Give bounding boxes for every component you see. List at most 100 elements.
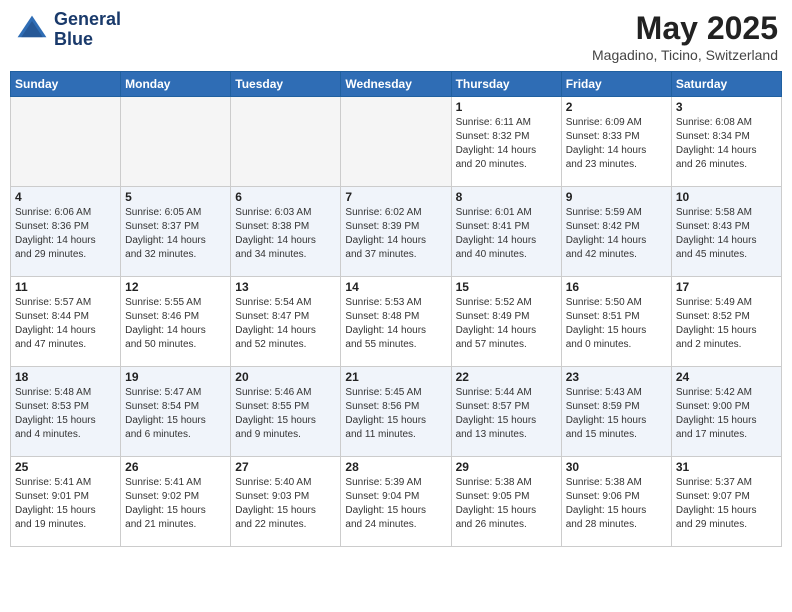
weekday-header-saturday: Saturday	[671, 72, 781, 97]
day-info: Sunrise: 6:08 AM Sunset: 8:34 PM Dayligh…	[676, 116, 777, 172]
week-row-2: 4 Sunrise: 6:06 AM Sunset: 8:36 PM Daylig…	[11, 187, 782, 277]
day-info: Sunrise: 5:47 AM Sunset: 8:54 PM Dayligh…	[125, 386, 226, 442]
week-row-4: 18 Sunrise: 5:48 AM Sunset: 8:53 PM Dayli…	[11, 367, 782, 457]
day-number: 15	[456, 280, 557, 294]
day-info: Sunrise: 6:01 AM Sunset: 8:41 PM Dayligh…	[456, 206, 557, 262]
day-info: Sunrise: 5:37 AM Sunset: 9:07 PM Dayligh…	[676, 476, 777, 532]
day-info: Sunrise: 5:54 AM Sunset: 8:47 PM Dayligh…	[235, 296, 336, 352]
day-cell-19: 19Sunrise: 5:47 AM Sunset: 8:54 PM Dayli…	[121, 367, 231, 457]
day-info: Sunrise: 5:46 AM Sunset: 8:55 PM Dayligh…	[235, 386, 336, 442]
location-title: Magadino, Ticino, Switzerland	[592, 47, 778, 63]
day-cell-6: 6 Sunrise: 6:03 AM Sunset: 8:38 PM Daylig…	[231, 187, 341, 277]
day-number: 29	[456, 460, 557, 474]
calendar: SundayMondayTuesdayWednesdayThursdayFrid…	[10, 71, 782, 547]
day-number: 18	[15, 370, 116, 384]
week-row-3: 11Sunrise: 5:57 AM Sunset: 8:44 PM Dayli…	[11, 277, 782, 367]
day-info: Sunrise: 5:59 AM Sunset: 8:42 PM Dayligh…	[566, 206, 667, 262]
day-number: 1	[456, 100, 557, 114]
day-cell-16: 16 Sunrise: 5:50 AM Sunset: 8:51 PM Dayli…	[561, 277, 671, 367]
empty-cell	[11, 97, 121, 187]
day-info: Sunrise: 5:58 AM Sunset: 8:43 PM Dayligh…	[676, 206, 777, 262]
day-number: 31	[676, 460, 777, 474]
day-number: 27	[235, 460, 336, 474]
weekday-header-monday: Monday	[121, 72, 231, 97]
logo-line1: General	[54, 10, 121, 30]
day-info: Sunrise: 6:06 AM Sunset: 8:36 PM Dayligh…	[15, 206, 116, 262]
day-info: Sunrise: 5:57 AM Sunset: 8:44 PM Dayligh…	[15, 296, 116, 352]
title-area: May 2025 Magadino, Ticino, Switzerland	[592, 10, 778, 63]
day-number: 24	[676, 370, 777, 384]
day-cell-27: 27 Sunrise: 5:40 AM Sunset: 9:03 PM Dayli…	[231, 457, 341, 547]
weekday-header-friday: Friday	[561, 72, 671, 97]
day-cell-30: 30Sunrise: 5:38 AM Sunset: 9:06 PM Dayli…	[561, 457, 671, 547]
day-info: Sunrise: 5:38 AM Sunset: 9:06 PM Dayligh…	[566, 476, 667, 532]
day-cell-7: 7 Sunrise: 6:02 AM Sunset: 8:39 PM Daylig…	[341, 187, 451, 277]
empty-cell	[341, 97, 451, 187]
day-number: 7	[345, 190, 446, 204]
day-info: Sunrise: 5:41 AM Sunset: 9:02 PM Dayligh…	[125, 476, 226, 532]
day-cell-2: 2Sunrise: 6:09 AM Sunset: 8:33 PM Daylig…	[561, 97, 671, 187]
day-cell-14: 14Sunrise: 5:53 AM Sunset: 8:48 PM Dayli…	[341, 277, 451, 367]
day-info: Sunrise: 6:11 AM Sunset: 8:32 PM Dayligh…	[456, 116, 557, 172]
day-number: 13	[235, 280, 336, 294]
day-number: 21	[345, 370, 446, 384]
day-cell-31: 31 Sunrise: 5:37 AM Sunset: 9:07 PM Dayli…	[671, 457, 781, 547]
day-cell-8: 8 Sunrise: 6:01 AM Sunset: 8:41 PM Daylig…	[451, 187, 561, 277]
day-info: Sunrise: 5:55 AM Sunset: 8:46 PM Dayligh…	[125, 296, 226, 352]
day-info: Sunrise: 5:38 AM Sunset: 9:05 PM Dayligh…	[456, 476, 557, 532]
day-number: 16	[566, 280, 667, 294]
weekday-header-row: SundayMondayTuesdayWednesdayThursdayFrid…	[11, 72, 782, 97]
day-info: Sunrise: 5:48 AM Sunset: 8:53 PM Dayligh…	[15, 386, 116, 442]
day-cell-26: 26 Sunrise: 5:41 AM Sunset: 9:02 PM Dayli…	[121, 457, 231, 547]
day-cell-1: 1 Sunrise: 6:11 AM Sunset: 8:32 PM Daylig…	[451, 97, 561, 187]
day-cell-20: 20 Sunrise: 5:46 AM Sunset: 8:55 PM Dayli…	[231, 367, 341, 457]
day-info: Sunrise: 6:03 AM Sunset: 8:38 PM Dayligh…	[235, 206, 336, 262]
day-number: 23	[566, 370, 667, 384]
day-cell-21: 21 Sunrise: 5:45 AM Sunset: 8:56 PM Dayli…	[341, 367, 451, 457]
day-cell-11: 11Sunrise: 5:57 AM Sunset: 8:44 PM Dayli…	[11, 277, 121, 367]
day-number: 5	[125, 190, 226, 204]
day-number: 17	[676, 280, 777, 294]
day-info: Sunrise: 5:50 AM Sunset: 8:51 PM Dayligh…	[566, 296, 667, 352]
day-info: Sunrise: 5:43 AM Sunset: 8:59 PM Dayligh…	[566, 386, 667, 442]
day-info: Sunrise: 5:41 AM Sunset: 9:01 PM Dayligh…	[15, 476, 116, 532]
day-cell-10: 10Sunrise: 5:58 AM Sunset: 8:43 PM Dayli…	[671, 187, 781, 277]
week-row-5: 25Sunrise: 5:41 AM Sunset: 9:01 PM Dayli…	[11, 457, 782, 547]
day-number: 22	[456, 370, 557, 384]
day-number: 14	[345, 280, 446, 294]
logo: General Blue	[14, 10, 121, 50]
day-number: 28	[345, 460, 446, 474]
day-info: Sunrise: 5:49 AM Sunset: 8:52 PM Dayligh…	[676, 296, 777, 352]
day-info: Sunrise: 5:44 AM Sunset: 8:57 PM Dayligh…	[456, 386, 557, 442]
weekday-header-tuesday: Tuesday	[231, 72, 341, 97]
day-cell-12: 12 Sunrise: 5:55 AM Sunset: 8:46 PM Dayli…	[121, 277, 231, 367]
day-cell-9: 9 Sunrise: 5:59 AM Sunset: 8:42 PM Daylig…	[561, 187, 671, 277]
day-info: Sunrise: 5:40 AM Sunset: 9:03 PM Dayligh…	[235, 476, 336, 532]
day-cell-24: 24 Sunrise: 5:42 AM Sunset: 9:00 PM Dayli…	[671, 367, 781, 457]
day-info: Sunrise: 5:42 AM Sunset: 9:00 PM Dayligh…	[676, 386, 777, 442]
day-info: Sunrise: 5:52 AM Sunset: 8:49 PM Dayligh…	[456, 296, 557, 352]
day-cell-15: 15 Sunrise: 5:52 AM Sunset: 8:49 PM Dayli…	[451, 277, 561, 367]
day-number: 4	[15, 190, 116, 204]
day-number: 2	[566, 100, 667, 114]
day-number: 12	[125, 280, 226, 294]
week-row-1: 1 Sunrise: 6:11 AM Sunset: 8:32 PM Daylig…	[11, 97, 782, 187]
day-info: Sunrise: 5:45 AM Sunset: 8:56 PM Dayligh…	[345, 386, 446, 442]
weekday-header-sunday: Sunday	[11, 72, 121, 97]
day-number: 9	[566, 190, 667, 204]
month-title: May 2025	[592, 10, 778, 47]
day-cell-13: 13 Sunrise: 5:54 AM Sunset: 8:47 PM Dayli…	[231, 277, 341, 367]
day-number: 8	[456, 190, 557, 204]
day-cell-17: 17 Sunrise: 5:49 AM Sunset: 8:52 PM Dayli…	[671, 277, 781, 367]
day-number: 20	[235, 370, 336, 384]
empty-cell	[121, 97, 231, 187]
empty-cell	[231, 97, 341, 187]
day-cell-4: 4 Sunrise: 6:06 AM Sunset: 8:36 PM Daylig…	[11, 187, 121, 277]
day-cell-29: 29 Sunrise: 5:38 AM Sunset: 9:05 PM Dayli…	[451, 457, 561, 547]
day-cell-28: 28Sunrise: 5:39 AM Sunset: 9:04 PM Dayli…	[341, 457, 451, 547]
day-cell-23: 23 Sunrise: 5:43 AM Sunset: 8:59 PM Dayli…	[561, 367, 671, 457]
day-number: 26	[125, 460, 226, 474]
day-info: Sunrise: 6:02 AM Sunset: 8:39 PM Dayligh…	[345, 206, 446, 262]
day-number: 6	[235, 190, 336, 204]
weekday-header-wednesday: Wednesday	[341, 72, 451, 97]
